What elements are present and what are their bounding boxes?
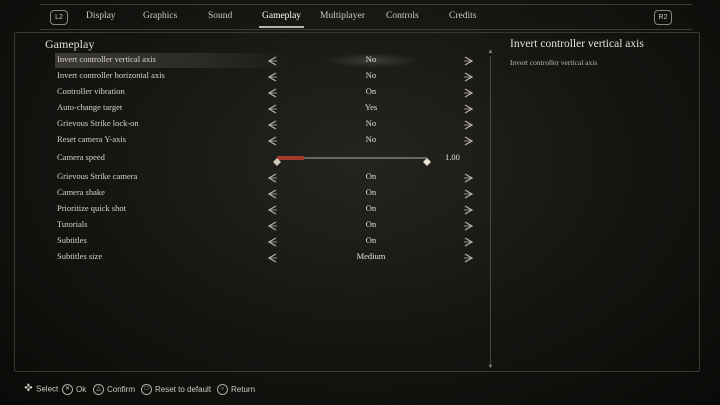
setting-value: Yes [364,102,378,112]
arrow-right-icon[interactable] [463,102,475,114]
hint-ok[interactable]: ✕ Ok [62,384,86,395]
setting-label: Auto-change target [57,102,123,112]
slider-fill [277,156,304,160]
setting-value: On [365,219,377,229]
tab-gameplay[interactable]: Gameplay [258,11,305,28]
setting-row[interactable]: Subtitles On [55,234,480,249]
top-nav: L2 Display Graphics Sound Gameplay Multi… [40,4,692,30]
setting-label: Camera speed [57,152,105,162]
hint-confirm[interactable]: △ Confirm [93,384,135,395]
setting-value: On [365,203,377,213]
setting-value: No [365,118,377,128]
hint-select[interactable]: ✜ Select [24,383,59,395]
setting-value: On [365,187,377,197]
setting-value: No [365,54,377,64]
arrow-left-icon[interactable] [266,102,278,114]
scroll-down-icon[interactable]: ▼ [487,364,494,370]
section-title: Gameplay [45,37,95,51]
arrow-left-icon[interactable] [266,118,278,130]
slider-value: 1.00 [445,152,460,162]
description-text: Invert controller vertical axis [510,58,598,67]
hint-return[interactable]: ○ Return [217,384,255,395]
arrow-left-icon[interactable] [266,54,278,66]
tab-graphics[interactable]: Graphics [143,11,177,21]
camera-speed-slider[interactable] [273,156,431,166]
setting-label: Tutorials [57,219,88,229]
setting-label: Subtitles size [57,251,103,261]
arrow-right-icon[interactable] [463,54,475,66]
cross-button-icon: ✕ [62,384,73,395]
setting-value: On [365,235,377,245]
setting-label: Grievous Strike lock-on [57,118,139,128]
hint-reset[interactable]: □ Reset to default [141,384,211,395]
setting-value: On [365,171,377,181]
setting-label: Invert controller vertical axis [57,54,156,64]
arrow-left-icon[interactable] [266,187,278,199]
circle-button-icon: ○ [217,384,228,395]
setting-label: Prioritize quick shot [57,203,126,213]
arrow-right-icon[interactable] [463,86,475,98]
square-button-icon: □ [141,384,152,395]
arrow-right-icon[interactable] [463,171,475,183]
triangle-button-icon: △ [93,384,104,395]
slider-handle-icon[interactable] [423,153,431,166]
description-title: Invert controller vertical axis [510,38,644,50]
arrow-left-icon[interactable] [266,251,278,263]
setting-label: Grievous Strike camera [57,171,138,181]
arrow-left-icon[interactable] [266,70,278,82]
arrow-right-icon[interactable] [463,251,475,263]
setting-row[interactable]: Grievous Strike lock-on No [55,117,480,132]
setting-row[interactable]: Tutorials On [55,218,480,233]
setting-label: Reset camera Y-axis [57,134,127,144]
arrow-right-icon[interactable] [463,118,475,130]
arrow-right-icon[interactable] [463,187,475,199]
tab-credits[interactable]: Credits [449,11,476,21]
setting-value: No [365,134,377,144]
description-panel: Invert controller vertical axis Invert c… [497,36,692,366]
setting-row[interactable]: Auto-change target Yes [55,101,480,116]
hint-label: Return [231,385,256,394]
setting-row[interactable]: Invert controller horizontal axis No [55,69,480,84]
arrow-left-icon[interactable] [266,171,278,183]
r2-button-icon[interactable]: R2 [654,10,672,25]
setting-label: Subtitles [57,235,87,245]
arrow-right-icon[interactable] [463,203,475,215]
setting-label: Camera shake [57,187,105,197]
setting-value: Medium [356,251,386,261]
setting-row[interactable]: Grievous Strike camera On [55,170,480,185]
arrow-left-icon[interactable] [266,203,278,215]
setting-row[interactable]: Prioritize quick shot On [55,202,480,217]
setting-label: Invert controller horizontal axis [57,70,165,80]
slider-min-icon [273,153,281,166]
arrow-left-icon[interactable] [266,219,278,231]
setting-row[interactable]: Camera shake On [55,186,480,201]
hint-label: Confirm [107,385,136,394]
arrow-right-icon[interactable] [463,235,475,247]
hint-label: Reset to default [155,385,212,394]
setting-value: No [365,70,377,80]
arrow-left-icon[interactable] [266,134,278,146]
hint-label: Select [36,384,59,394]
scrollbar-track[interactable] [490,56,491,364]
arrow-left-icon[interactable] [266,86,278,98]
tab-display[interactable]: Display [86,11,116,21]
setting-row[interactable]: Subtitles size Medium [55,250,480,265]
hint-label: Ok [76,385,87,394]
setting-row[interactable]: Invert controller vertical axis No [55,53,480,68]
tab-controls[interactable]: Controls [386,11,419,21]
arrow-right-icon[interactable] [463,219,475,231]
arrow-left-icon[interactable] [266,235,278,247]
setting-row[interactable]: Camera speed 1.00 [55,151,480,166]
tab-sound[interactable]: Sound [208,11,232,21]
scroll-up-icon[interactable]: ▲ [487,49,494,55]
arrow-right-icon[interactable] [463,134,475,146]
arrow-right-icon[interactable] [463,70,475,82]
setting-row[interactable]: Reset camera Y-axis No [55,133,480,148]
setting-value: On [365,86,377,96]
tab-multiplayer[interactable]: Multiplayer [320,11,365,21]
l2-button-icon[interactable]: L2 [50,10,68,25]
dpad-icon: ✜ [24,383,33,395]
setting-row[interactable]: Controller vibration On [55,85,480,100]
setting-label: Controller vibration [57,86,125,96]
